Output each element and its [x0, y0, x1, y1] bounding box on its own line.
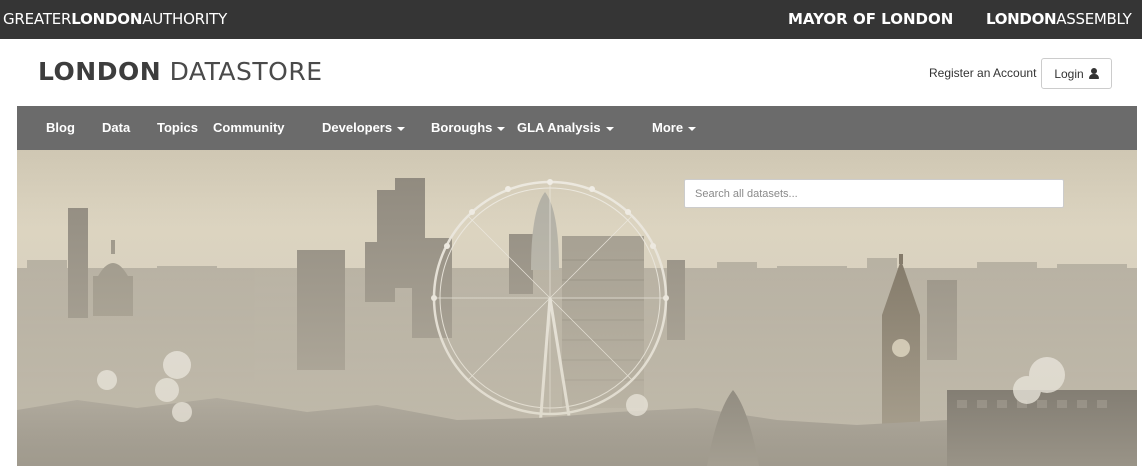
logo-light-text: DATASTORE [169, 57, 323, 86]
search-datasets-input[interactable] [684, 179, 1064, 208]
mayor-of-london-link[interactable]: MAYOR OF LONDON [788, 10, 953, 28]
gla-prefix: GREATER [3, 10, 72, 28]
gla-top-bar: GREATERLONDONAUTHORITY MAYOR OF LONDON L… [0, 0, 1142, 39]
assembly-bold: LONDON [986, 10, 1057, 28]
register-account-link[interactable]: Register an Account [929, 66, 1036, 80]
london-assembly-link[interactable]: LONDONASSEMBLY [986, 10, 1132, 28]
gla-bold: LONDON [71, 10, 143, 28]
caret-down-icon [497, 126, 506, 131]
nav-label: Topics [157, 120, 198, 135]
logo-bold-text: LONDON [38, 57, 162, 86]
nav-item-blog[interactable]: Blog [46, 106, 75, 150]
nav-item-topics[interactable]: Topics [157, 106, 198, 150]
greater-london-authority-link[interactable]: GREATERLONDONAUTHORITY [3, 10, 227, 28]
hero-banner [17, 150, 1137, 466]
caret-down-icon [397, 126, 406, 131]
nav-item-data[interactable]: Data [102, 106, 130, 150]
nav-label: More [652, 120, 684, 135]
main-nav: Blog Data Topics Community Developers Bo… [17, 106, 1137, 150]
caret-down-icon [688, 126, 697, 131]
nav-label: GLA Analysis [517, 120, 601, 135]
nav-label: Developers [322, 120, 393, 135]
nav-label: Data [102, 120, 131, 135]
nav-item-boroughs[interactable]: Boroughs [431, 106, 506, 150]
nav-item-community[interactable]: Community [213, 106, 285, 150]
nav-item-gla-analysis[interactable]: GLA Analysis [517, 106, 614, 150]
login-label: Login [1054, 66, 1084, 81]
london-datastore-logo[interactable]: LONDON DATASTORE [38, 57, 323, 86]
nav-label: Boroughs [431, 120, 493, 135]
nav-label: Community [213, 120, 285, 135]
login-button[interactable]: Login [1041, 58, 1112, 89]
nav-label: Blog [46, 120, 75, 135]
site-header: LONDON DATASTORE Register an Account Log… [17, 39, 1137, 106]
assembly-suffix: ASSEMBLY [1056, 10, 1132, 28]
nav-item-developers[interactable]: Developers [322, 106, 406, 150]
nav-item-more[interactable]: More [652, 106, 697, 150]
caret-down-icon [605, 126, 614, 131]
gla-suffix: AUTHORITY [142, 10, 228, 28]
user-icon [1088, 68, 1099, 79]
